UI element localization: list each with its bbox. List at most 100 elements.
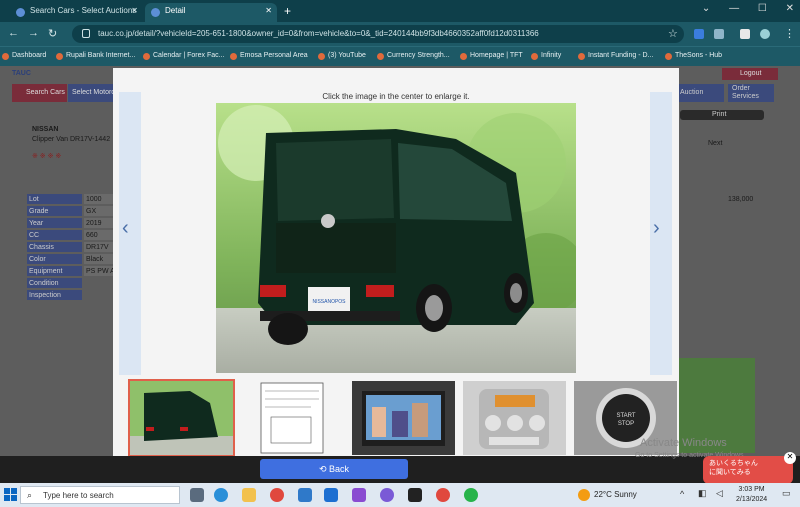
sidebar-icon[interactable] [740, 29, 750, 39]
lock-icon[interactable] [82, 29, 90, 38]
forward-arrow-icon[interactable]: → [28, 27, 39, 39]
spec-value: GX [84, 206, 114, 217]
mail-icon[interactable] [298, 488, 312, 502]
nav-label: Search Cars [26, 89, 65, 96]
nav-auction[interactable]: Auction [678, 84, 724, 102]
bookmark-item[interactable]: TheSons - Hub [665, 52, 722, 60]
logout-button[interactable]: Logout [722, 68, 778, 80]
promo-line: あいくるちゃん [709, 460, 758, 467]
spec-row-equipment: Equipment [27, 266, 82, 277]
app-icon[interactable] [380, 488, 394, 502]
enlarge-hint: Click the image in the center to enlarge… [322, 92, 470, 101]
chevron-right-icon: › [653, 217, 660, 239]
spec-row-year: Year [27, 218, 82, 229]
new-tab-button[interactable]: + [284, 4, 291, 18]
spec-value: DR17V [84, 242, 114, 253]
back-arrow-icon[interactable]: ← [8, 27, 19, 39]
bookmark-item[interactable]: Emosa Personal Area [230, 52, 308, 60]
promo-line: に聞いてみる [709, 469, 751, 476]
bookmark-item[interactable]: Rupali Bank Internet... [56, 52, 135, 60]
windows-taskbar: ⌕ Type here to search 22°C Sunny ^ ◧ ◁ 3… [0, 483, 800, 507]
app-icon[interactable] [352, 488, 366, 502]
svg-text:STOP: STOP [618, 421, 634, 427]
network-icon[interactable]: ◧ [698, 488, 707, 499]
thumb-navigation-screen[interactable] [352, 381, 455, 455]
site-logo: TAUC [12, 70, 31, 77]
spec-value: Black [84, 254, 114, 265]
back-label: Back [329, 464, 350, 474]
spec-row-grade: Grade [27, 206, 82, 217]
star-icon[interactable]: ☆ [668, 27, 678, 40]
minimize-icon[interactable]: — [729, 3, 739, 14]
tab-search-cars[interactable]: Search Cars - Select Auctions ✕ [10, 3, 143, 22]
task-view-icon[interactable] [190, 488, 204, 502]
chrome-icon[interactable] [436, 488, 450, 502]
bookmark-item[interactable]: Currency Strength... [377, 52, 450, 60]
chevron-down-icon[interactable]: ⌄ [702, 3, 710, 14]
file-explorer-icon[interactable] [242, 488, 256, 502]
nav-order-services[interactable]: Order Services [728, 84, 774, 102]
edge-icon[interactable] [214, 488, 228, 502]
thumb-rear-view[interactable] [128, 379, 235, 457]
app-icon[interactable] [408, 488, 422, 502]
bookmarks-bar: Dashboard Rupali Bank Internet... Calend… [0, 46, 800, 66]
weather-text[interactable]: 22°C Sunny [594, 490, 637, 499]
spec-row-inspection: Inspection [27, 290, 82, 301]
store-icon[interactable] [324, 488, 338, 502]
notification-icon[interactable]: ▭ [782, 488, 791, 499]
reload-icon[interactable]: ↻ [48, 27, 57, 40]
nav-search-cars[interactable]: Search Cars [12, 84, 67, 102]
prev-image-button[interactable]: ‹ [119, 92, 141, 375]
back-arrow-icon: ⟲ [318, 464, 330, 474]
plate-text: NISSANOPOS [312, 299, 346, 305]
url-field[interactable]: tauc.co.jp/detail/?vehicleId=205-651-180… [72, 25, 684, 43]
volume-icon[interactable]: ◁ [716, 488, 723, 499]
close-window-icon[interactable]: ✕ [786, 3, 794, 14]
main-vehicle-photo[interactable]: NISSANOPOS [216, 103, 576, 373]
whatsapp-icon[interactable] [464, 488, 478, 502]
bookmark-item[interactable]: Calendar | Forex Fac... [143, 52, 224, 60]
close-icon[interactable]: ✕ [265, 6, 272, 15]
tray-chevron-icon[interactable]: ^ [680, 489, 684, 499]
nav-select-motorcycle[interactable]: Select Motorcycle [68, 84, 127, 102]
chevron-left-icon: ‹ [122, 217, 129, 239]
tab-label: Detail [165, 6, 186, 15]
spec-row-condition: Condition [27, 278, 82, 289]
weather-sun-icon[interactable] [578, 489, 590, 501]
next-image-button[interactable]: › [650, 92, 672, 375]
bookmark-item[interactable]: Infinity [531, 52, 561, 60]
window-controls: ⌄ — ☐ ✕ [686, 3, 794, 14]
thumb-climate-panel[interactable] [463, 381, 566, 455]
chat-promo-badge[interactable]: あいくるちゃん に聞いてみる [703, 456, 793, 484]
spec-row-lot: Lot [27, 194, 82, 205]
profile-avatar[interactable] [760, 29, 770, 39]
maximize-icon[interactable]: ☐ [758, 3, 767, 14]
notice-text: ※ ※ ※ ※ [32, 153, 62, 160]
search-icon: ⌕ [27, 490, 33, 500]
tab-detail[interactable]: Detail ✕ [145, 3, 277, 22]
browser-tab-bar: Search Cars - Select Auctions ✕ Detail ✕… [0, 0, 800, 22]
bookmark-item[interactable]: Dashboard [2, 52, 46, 60]
back-button[interactable]: ⟲ Back [260, 459, 408, 479]
address-bar-row: ← → ↻ tauc.co.jp/detail/?vehicleId=205-6… [0, 22, 800, 46]
more-menu-icon[interactable]: ⋮ [784, 27, 795, 40]
next-link[interactable]: Next [708, 140, 722, 147]
thumb-auction-sheet[interactable] [241, 381, 344, 455]
activate-windows-watermark: Activate Windows [640, 437, 727, 449]
tab-label: Search Cars - Select Auctions [30, 6, 137, 15]
windows-start-icon[interactable] [4, 488, 18, 502]
search-placeholder: Type here to search [43, 491, 114, 500]
chrome-icon[interactable] [270, 488, 284, 502]
close-icon[interactable]: ✕ [131, 6, 138, 15]
bookmark-item[interactable]: Homepage | TFT [460, 52, 523, 60]
extension-icon[interactable] [714, 29, 724, 39]
extension-icon[interactable] [694, 29, 704, 39]
taskbar-search-input[interactable]: ⌕ Type here to search [20, 486, 180, 504]
bookmark-item[interactable]: (3) YouTube [318, 52, 366, 60]
bookmark-item[interactable]: Instant Funding - D... [578, 52, 653, 60]
spec-row-color: Color [27, 254, 82, 265]
taskbar-clock[interactable]: 3:03 PM 2/13/2024 [736, 485, 767, 505]
spec-value: 660 [84, 230, 114, 241]
close-icon[interactable]: ✕ [784, 452, 796, 464]
print-button[interactable]: Print [680, 110, 764, 120]
